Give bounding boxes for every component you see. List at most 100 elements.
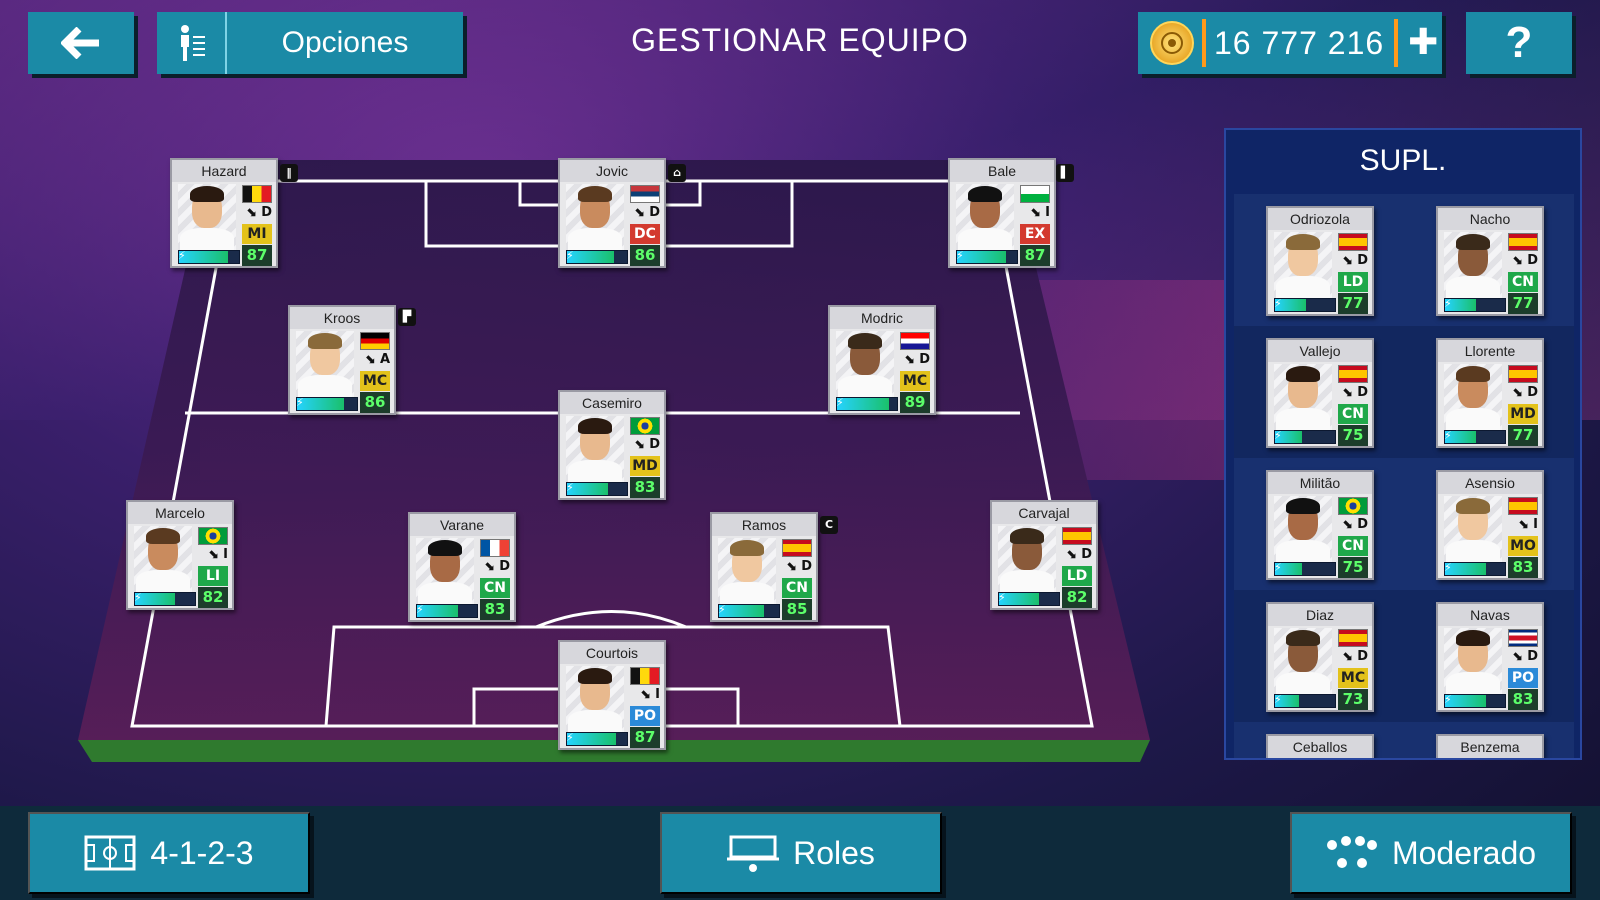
stamina-bar [416,604,478,618]
stamina-bar [1444,430,1506,444]
energy-icon: ⚡ [1274,561,1282,574]
foot-label: D [261,205,272,220]
player-hair [968,186,1002,202]
position-badge: MI [242,224,272,244]
player-card[interactable]: Vallejo ⬊ D CN ⚡ 75 [1266,338,1374,448]
player-hair [428,540,462,556]
player-card[interactable]: Ramos ⬊ D CN ⚡ 85 [710,512,818,622]
position-badge: PO [1508,668,1538,688]
mentality-button[interactable]: Moderado [1290,812,1572,894]
nationality-flag-icon [480,539,510,557]
nationality-flag-icon [630,417,660,435]
player-portrait [718,538,776,604]
preferred-foot: ⬊ D [782,559,812,577]
player-shirt [1276,540,1330,562]
bench-row: Diaz ⬊ D MC ⚡ 73 Navas ⬊ D PO ⚡ 83 [1234,590,1574,722]
options-button[interactable]: Opciones [157,12,463,74]
preferred-foot: ⬊ D [1062,547,1092,565]
player-card[interactable]: Bale ⬊ I EX ⚡ 87 [948,158,1056,268]
player-hair [848,333,882,349]
formation-pitch-icon [84,835,136,871]
player-portrait [178,184,236,250]
nationality-flag-icon [900,332,930,350]
position-badge: MD [1508,404,1538,424]
position-badge: PO [630,706,660,726]
player-shirt [180,228,234,250]
nationality-flag-icon [1338,233,1368,251]
player-shirt [1276,276,1330,298]
bench-title: SUPL. [1359,144,1447,177]
dots-formation-icon [1326,836,1377,868]
formation-button[interactable]: 4-1-2-3 [28,812,310,894]
boot-icon: ⬊ [1065,547,1077,562]
player-card[interactable]: Benzema [1436,734,1544,758]
preferred-foot: ⬊ D [1508,649,1538,667]
player-card[interactable]: Courtois ⬊ I PO ⚡ 87 [558,640,666,750]
player-card[interactable]: Asensio ⬊ I MO ⚡ 83 [1436,470,1544,580]
player-card[interactable]: Odriozola ⬊ D LD ⚡ 77 [1266,206,1374,316]
player-card[interactable]: Nacho ⬊ D CN ⚡ 77 [1436,206,1544,316]
player-name: Courtois [560,642,664,664]
help-button[interactable]: ? [1466,12,1572,74]
foot-label: D [1357,253,1368,268]
energy-icon: ⚡ [1444,693,1452,706]
player-name: Asensio [1438,472,1542,494]
stamina-bar [1444,298,1506,312]
energy-icon: ⚡ [178,249,186,262]
nationality-flag-icon [1338,497,1368,515]
player-name: Casemiro [560,392,664,414]
player-portrait [1444,232,1502,298]
foot-label: D [649,205,660,220]
player-name: Modric [830,307,934,329]
player-card[interactable]: Militão ⬊ D CN ⚡ 75 [1266,470,1374,580]
player-shirt [1446,540,1500,562]
player-card[interactable]: Diaz ⬊ D MC ⚡ 73 [1266,602,1374,712]
player-portrait [1444,628,1502,694]
foot-label: D [1357,649,1368,664]
roles-button[interactable]: Roles [660,812,942,894]
page-title: GESTIONAR EQUIPO [631,22,969,58]
player-name: Nacho [1438,208,1542,230]
player-card[interactable]: Marcelo ⬊ I LI ⚡ 82 [126,500,234,610]
player-card[interactable]: Jovic ⬊ D DC ⚡ 86 [558,158,666,268]
nationality-flag-icon [1508,497,1538,515]
add-coins-button[interactable]: ✚ [1394,19,1438,67]
player-card[interactable]: Llorente ⬊ D MD ⚡ 77 [1436,338,1544,448]
player-shirt [298,375,352,397]
player-hair [578,186,612,202]
energy-icon: ⚡ [836,396,844,409]
position-badge: CN [782,578,812,598]
stamina-bar [566,732,628,746]
player-card[interactable]: Casemiro ⬊ D MD ⚡ 83 [558,390,666,500]
position-badge: MO [1508,536,1538,556]
player-card[interactable]: Hazard ⬊ D MI ⚡ 87 [170,158,278,268]
boot-icon: ⬊ [245,205,257,220]
arrow-left-icon [61,27,99,59]
captain-badge: C [820,516,838,534]
player-portrait [998,526,1056,592]
back-button[interactable] [28,12,134,74]
nationality-flag-icon [360,332,390,350]
preferred-foot: ⬊ D [1508,385,1538,403]
player-card[interactable]: Carvajal ⬊ D LD ⚡ 82 [990,500,1098,610]
player-name: Militão [1268,472,1372,494]
player-card[interactable]: Kroos ⬊ A MC ⚡ 86 [288,305,396,415]
preferred-foot: ⬊ D [630,437,660,455]
preferred-foot: ⬊ D [480,559,510,577]
player-card[interactable]: Modric ⬊ D MC ⚡ 89 [828,305,936,415]
player-rating: 86 [360,392,390,413]
player-card[interactable]: Ceballos [1266,734,1374,758]
boot-icon: ⬊ [633,437,645,452]
options-label: Opciones [281,26,409,59]
player-portrait [1274,232,1332,298]
player-rating: 83 [630,477,660,498]
preferred-foot: ⬊ D [630,205,660,223]
player-card[interactable]: Navas ⬊ D PO ⚡ 83 [1436,602,1544,712]
player-hair [1286,234,1320,250]
nationality-flag-icon [1508,629,1538,647]
position-badge: MC [900,371,930,391]
player-card[interactable]: Varane ⬊ D CN ⚡ 83 [408,512,516,622]
position-badge: DC [630,224,660,244]
position-badge: CN [480,578,510,598]
preferred-foot: ⬊ D [1338,517,1368,535]
